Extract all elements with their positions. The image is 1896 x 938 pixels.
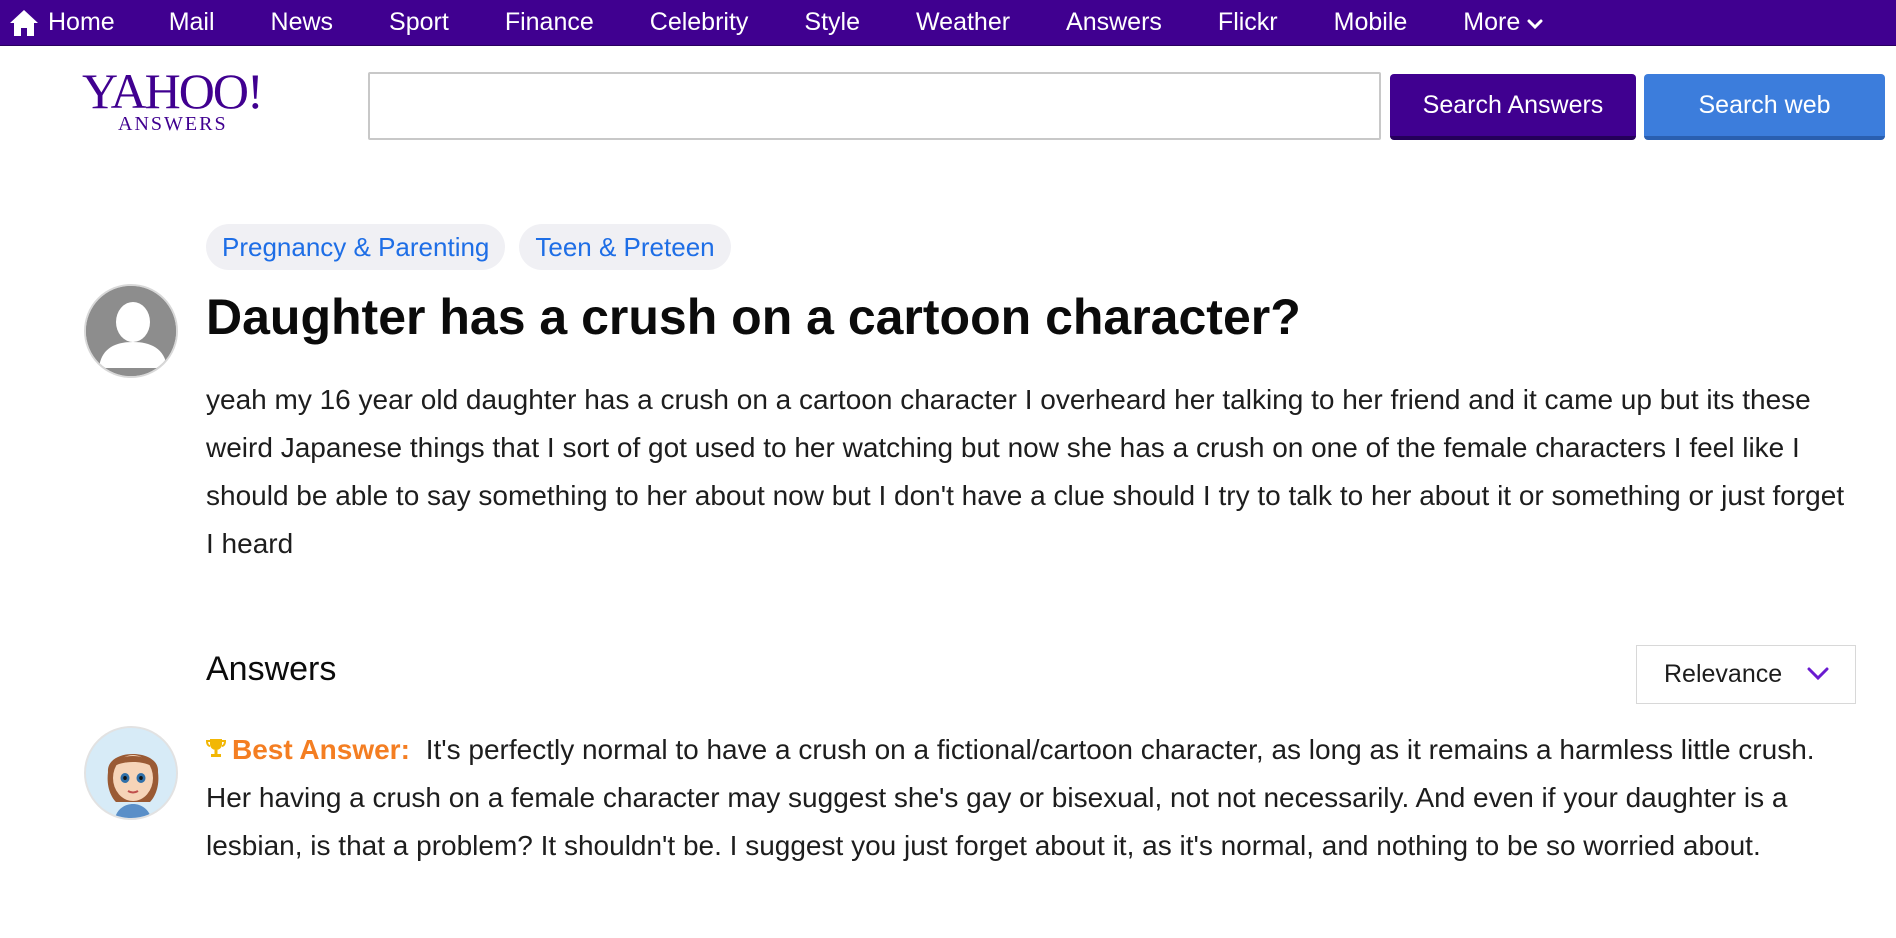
answerer-avatar[interactable]: [84, 726, 178, 820]
home-icon: [8, 8, 40, 38]
sort-dropdown[interactable]: Relevance: [1636, 645, 1856, 704]
nav-item-celebrity[interactable]: Celebrity: [650, 0, 749, 46]
cartoon-avatar-icon: [86, 728, 176, 818]
nav-item-home[interactable]: Home: [8, 0, 115, 46]
category-chips: Pregnancy & Parenting Teen & Preteen: [206, 224, 731, 270]
search-web-button[interactable]: Search web: [1644, 74, 1885, 140]
nav-item-flickr[interactable]: Flickr: [1218, 0, 1278, 46]
nav-item-sport[interactable]: Sport: [389, 0, 449, 46]
nav-item-style[interactable]: Style: [804, 0, 860, 46]
search-answers-button[interactable]: Search Answers: [1390, 74, 1636, 140]
nav-item-finance[interactable]: Finance: [505, 0, 594, 46]
chevron-down-icon: [1807, 666, 1829, 682]
category-chip-teen-preteen[interactable]: Teen & Preteen: [519, 224, 731, 270]
default-avatar-icon: [86, 286, 176, 376]
nav-item-mail[interactable]: Mail: [169, 0, 215, 46]
question-title: Daughter has a crush on a cartoon charac…: [206, 289, 1301, 345]
nav-item-weather[interactable]: Weather: [916, 0, 1010, 46]
best-answer-label: Best Answer:: [232, 734, 410, 765]
best-answer: Best Answer: It's perfectly normal to ha…: [205, 726, 1846, 870]
nav-item-more[interactable]: More: [1463, 0, 1543, 46]
trophy-icon: [205, 726, 227, 774]
category-chip-pregnancy-parenting[interactable]: Pregnancy & Parenting: [206, 224, 506, 270]
top-nav: Home Mail News Sport Finance Celebrity S…: [0, 0, 1896, 46]
best-answer-text: It's perfectly normal to have a crush on…: [206, 734, 1815, 861]
nav-item-answers[interactable]: Answers: [1066, 0, 1162, 46]
search-input[interactable]: [368, 72, 1381, 140]
logo-wordmark: YAHOO!: [82, 63, 264, 119]
nav-item-news[interactable]: News: [271, 0, 334, 46]
chevron-down-icon: [1527, 18, 1543, 30]
nav-item-label: Home: [48, 8, 115, 36]
nav-item-mobile[interactable]: Mobile: [1334, 0, 1408, 46]
asker-avatar[interactable]: [84, 284, 178, 378]
answers-heading: Answers: [206, 650, 337, 688]
nav-item-label: More: [1463, 8, 1521, 36]
sort-value: Relevance: [1664, 660, 1783, 688]
yahoo-answers-logo[interactable]: YAHOO! ANSWERS: [82, 66, 272, 138]
question-body: yeah my 16 year old daughter has a crush…: [206, 384, 1845, 559]
